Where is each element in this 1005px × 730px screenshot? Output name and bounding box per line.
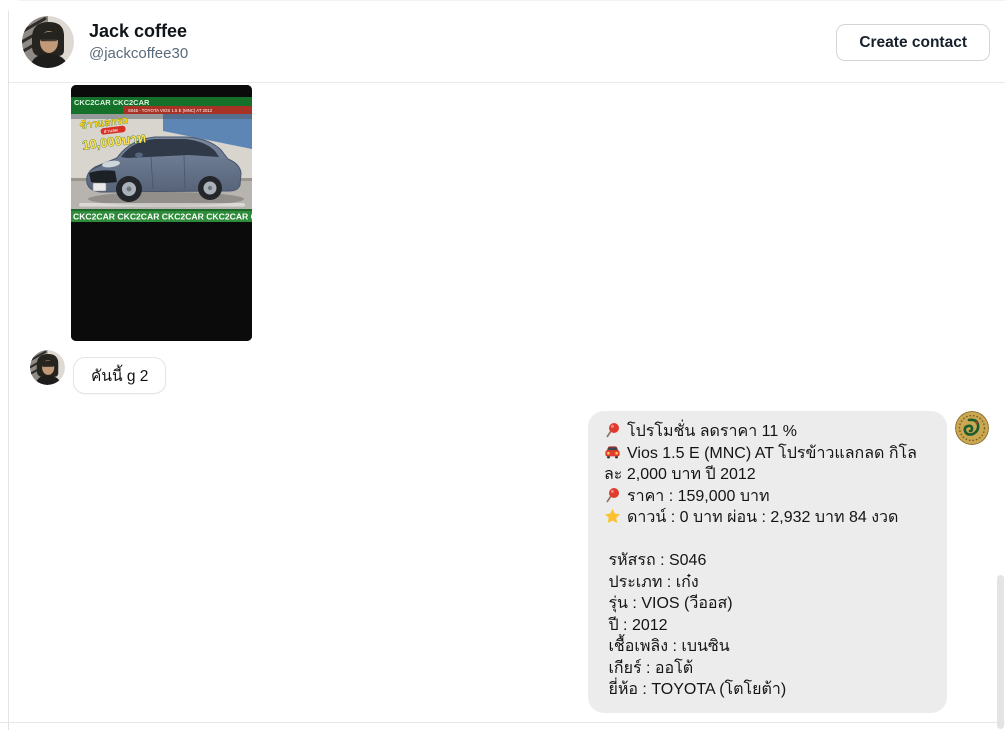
outgoing-message-bubble: โปรโมชั่น ลดราคา 11 % Vios 1.5 E (MNC) A… bbox=[588, 411, 947, 713]
detail-line: เกียร์ : ออโต้ bbox=[604, 659, 694, 677]
chat-area: CKC2CAR CKC2CAR S046 - TOYOTA VIOS 1.5 E… bbox=[9, 83, 1005, 722]
promo-line: ราคา : 159,000 บาท bbox=[604, 486, 931, 508]
contact-handle: @jackcoffee30 bbox=[89, 45, 189, 62]
pushpin-icon bbox=[604, 487, 621, 503]
contact-header: Jack coffee @jackcoffee30 Create contact bbox=[9, 1, 1005, 83]
star-icon bbox=[604, 508, 621, 524]
incoming-message-bubble: คันนี้ g 2 bbox=[73, 357, 167, 394]
promo-line: ดาวน์ : 0 บาท ผ่อน : 2,932 บาท 84 งวด bbox=[604, 507, 931, 529]
scrollbar-thumb[interactable] bbox=[997, 575, 1004, 729]
contact-avatar[interactable] bbox=[22, 16, 74, 68]
watermark-top-banner: CKC2CAR CKC2CAR bbox=[74, 98, 150, 107]
message-avatar[interactable] bbox=[30, 350, 65, 385]
detail-line: รุ่น : VIOS (วีออส) bbox=[604, 595, 733, 612]
detail-line: ประเภท : เก๋ง bbox=[604, 573, 699, 591]
person-avatar-image bbox=[22, 16, 74, 68]
contact-name: Jack coffee bbox=[89, 21, 188, 41]
watermark-bottom-banner: CKC2CAR CKC2CAR CKC2CAR CKC2CAR CKC2 bbox=[73, 212, 252, 222]
detail-line: เชื้อเพลิง : เบนซิน bbox=[604, 638, 730, 655]
car-icon bbox=[604, 444, 621, 460]
gold-coin-logo-icon bbox=[955, 411, 989, 445]
promo-line: โปรโมชั่น ลดราคา 11 % bbox=[604, 421, 931, 443]
car-image-message[interactable]: CKC2CAR CKC2CAR S046 - TOYOTA VIOS 1.5 E… bbox=[71, 85, 252, 341]
dealer-avatar[interactable] bbox=[955, 411, 989, 445]
promo-line-text: โปรโมชั่น ลดราคา 11 % bbox=[627, 423, 797, 440]
footer-divider bbox=[0, 722, 1005, 723]
promo-line-text: ราคา : 159,000 บาท bbox=[627, 487, 770, 505]
app-window: Jack coffee @jackcoffee30 Create contact… bbox=[8, 0, 1005, 730]
car-photo: CKC2CAR CKC2CAR S046 - TOYOTA VIOS 1.5 E… bbox=[71, 85, 252, 341]
detail-line: ยี่ห้อ : TOYOTA (โตโยต้า) bbox=[604, 681, 787, 698]
detail-line: รหัสรถ : S046 bbox=[604, 552, 707, 569]
car-code-strip: S046 - TOYOTA VIOS 1.5 E (MNC) AT 2012 bbox=[128, 108, 213, 113]
promo-line-text: Vios 1.5 E (MNC) AT โปรข้าวแลกลด กิโลละ … bbox=[604, 444, 917, 484]
person-avatar-image bbox=[30, 350, 65, 385]
promo-line: Vios 1.5 E (MNC) AT โปรข้าวแลกลด กิโลละ … bbox=[604, 443, 931, 486]
promo-line-text: ดาวน์ : 0 บาท ผ่อน : 2,932 บาท 84 งวด bbox=[627, 509, 899, 526]
pushpin-icon bbox=[604, 422, 621, 438]
detail-line: ปี : 2012 bbox=[604, 616, 668, 634]
create-contact-button[interactable]: Create contact bbox=[836, 24, 990, 61]
contact-identity: Jack coffee @jackcoffee30 bbox=[89, 19, 188, 65]
